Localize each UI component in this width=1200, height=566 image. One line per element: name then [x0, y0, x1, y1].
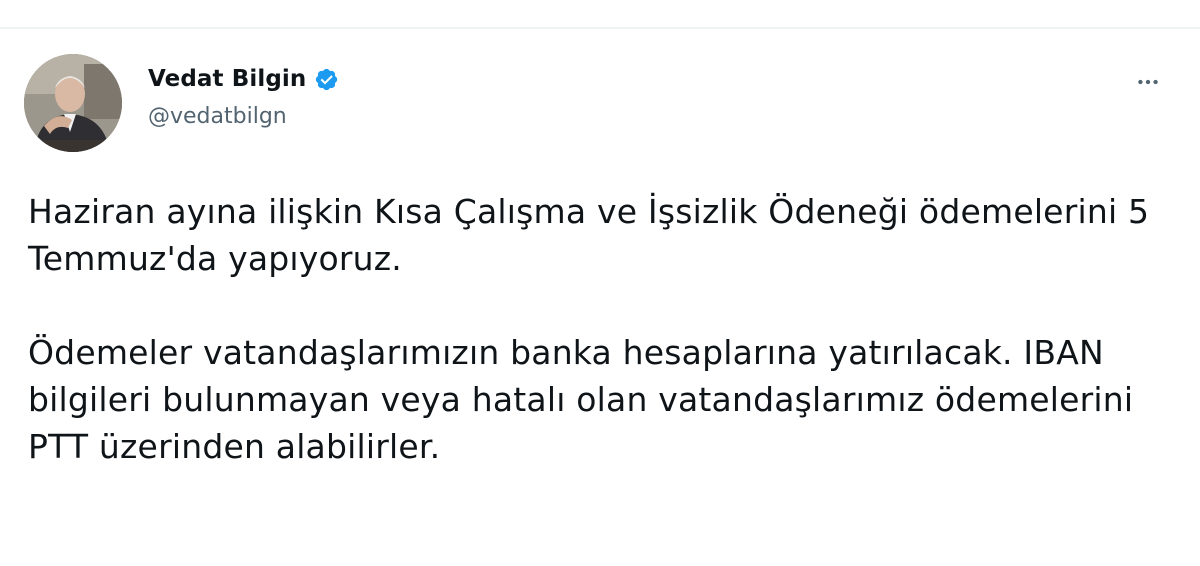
tweet-paragraph: Haziran ayına ilişkin Kısa Çalışma ve İş… [28, 192, 1150, 278]
author-info: Vedat Bilgin @vedatbilgn [148, 62, 339, 129]
tweet-card: Vedat Bilgin @vedatbilgn Haziran ayına i… [0, 0, 1200, 566]
avatar-photo [24, 54, 122, 152]
author-name-row: Vedat Bilgin [148, 62, 339, 96]
tweet-paragraph: Ödemeler vatandaşlarımızın banka hesapla… [28, 333, 1134, 466]
more-options-icon [1138, 79, 1158, 85]
verified-badge-icon [314, 67, 339, 92]
tweet-text: Haziran ayına ilişkin Kısa Çalışma ve İş… [28, 188, 1178, 470]
avatar[interactable] [24, 54, 122, 152]
author-handle[interactable]: @vedatbilgn [148, 104, 339, 129]
more-options-button[interactable] [1126, 60, 1170, 104]
author-display-name[interactable]: Vedat Bilgin [148, 66, 306, 92]
